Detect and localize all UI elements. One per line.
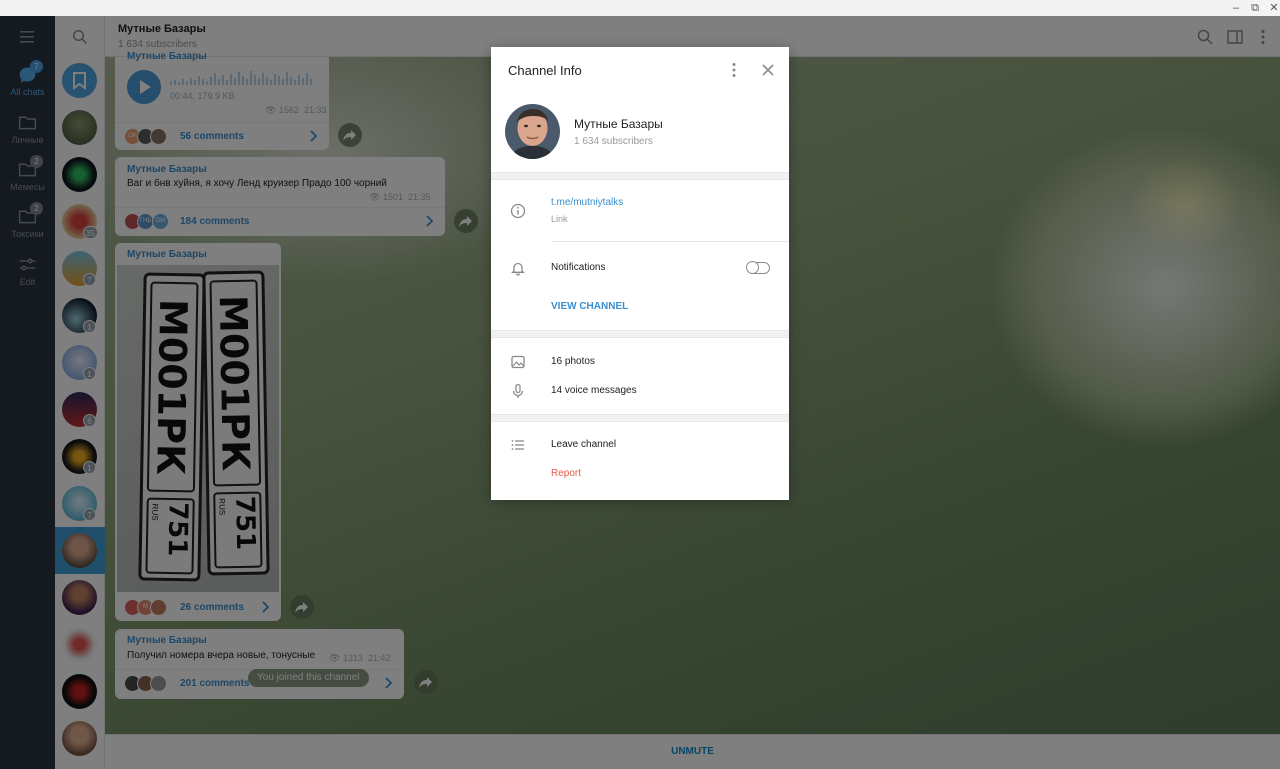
notifications-label: Notifications — [551, 262, 606, 273]
toggle-knob — [746, 261, 759, 274]
photos-row[interactable]: 16 photos — [551, 356, 595, 367]
bell-icon — [511, 262, 525, 276]
minimize-icon[interactable]: – — [1226, 1, 1246, 15]
more-vertical-icon[interactable] — [727, 61, 741, 79]
microphone-icon — [512, 383, 524, 398]
divider — [551, 241, 789, 242]
info-icon — [510, 203, 526, 219]
leave-channel-button[interactable]: Leave channel — [551, 439, 616, 450]
dialog-title: Channel Info — [508, 63, 582, 78]
section-separator — [491, 414, 789, 422]
notifications-toggle[interactable] — [746, 261, 770, 274]
photo-icon — [511, 355, 525, 369]
channel-subscribers: 1 634 subscribers — [574, 136, 653, 147]
channel-link[interactable]: t.me/mutniytalks — [551, 197, 623, 208]
report-button[interactable]: Report — [551, 468, 581, 479]
voice-messages-row[interactable]: 14 voice messages — [551, 385, 637, 396]
modal-backdrop-left[interactable] — [0, 16, 105, 769]
restore-icon[interactable]: ⧉ — [1245, 1, 1265, 15]
view-channel-button[interactable]: VIEW CHANNEL — [551, 301, 628, 312]
section-separator — [491, 330, 789, 338]
channel-avatar[interactable] — [505, 104, 560, 159]
channel-name: Мутные Базары — [574, 117, 663, 131]
window-titlebar: – ⧉ ✕ — [0, 0, 1280, 16]
close-icon[interactable] — [759, 61, 777, 79]
channel-info-dialog: Channel Info Мутные Базары 1 634 subscri… — [491, 47, 789, 500]
link-label: Link — [551, 214, 568, 224]
close-window-icon[interactable]: ✕ — [1264, 1, 1280, 15]
list-icon — [511, 440, 524, 450]
section-separator — [491, 172, 789, 180]
